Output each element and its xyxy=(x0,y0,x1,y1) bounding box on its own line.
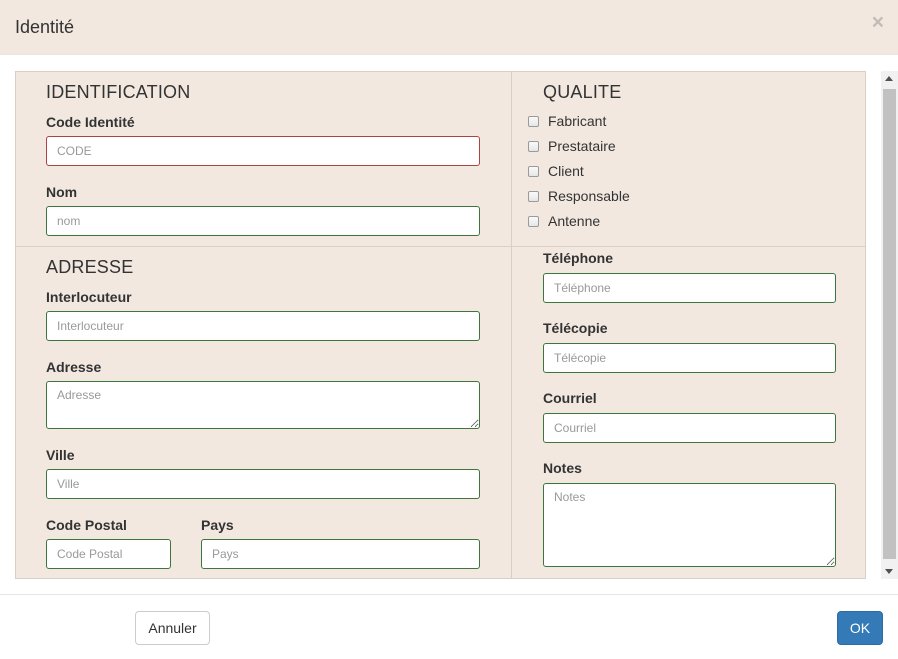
checkbox-label: Responsable xyxy=(548,188,630,204)
checkbox-box[interactable] xyxy=(528,190,539,202)
ville-label: Ville xyxy=(46,447,75,463)
notes-textarea[interactable] xyxy=(543,483,836,567)
code-postal-input[interactable] xyxy=(46,539,171,569)
checkbox-prestataire[interactable]: Prestataire xyxy=(528,137,616,155)
nom-label: Nom xyxy=(46,184,78,200)
checkbox-label: Client xyxy=(548,163,584,179)
telecopie-input[interactable] xyxy=(543,343,836,373)
checkbox-label: Prestataire xyxy=(548,138,616,154)
modal-header: Identité × xyxy=(0,0,898,55)
ville-input[interactable] xyxy=(46,469,480,499)
adresse-textarea[interactable] xyxy=(46,381,480,429)
pays-label: Pays xyxy=(201,517,234,533)
courriel-label: Courriel xyxy=(543,390,597,406)
scroll-down-icon[interactable] xyxy=(885,569,893,574)
telecopie-label: Télécopie xyxy=(543,320,608,336)
cancel-button[interactable]: Annuler xyxy=(135,611,210,645)
adresse-panel: ADRESSE Interlocuteur Adresse Ville Code… xyxy=(15,246,512,579)
pays-input[interactable] xyxy=(201,539,480,569)
interlocuteur-input[interactable] xyxy=(46,311,480,341)
close-icon[interactable]: × xyxy=(872,12,884,33)
identification-panel: IDENTIFICATION Code Identité Nom xyxy=(15,71,512,247)
courriel-input[interactable] xyxy=(543,413,836,443)
modal-footer: Annuler OK xyxy=(0,594,898,659)
ok-button[interactable]: OK xyxy=(837,611,883,645)
checkbox-box[interactable] xyxy=(528,115,539,127)
code-identite-label: Code Identité xyxy=(46,114,135,130)
checkbox-box[interactable] xyxy=(528,165,539,177)
telephone-label: Téléphone xyxy=(543,250,614,266)
scroll-thumb[interactable] xyxy=(883,89,896,559)
nom-input[interactable] xyxy=(46,206,480,236)
checkbox-box[interactable] xyxy=(528,140,539,152)
checkbox-fabricant[interactable]: Fabricant xyxy=(528,112,606,130)
checkbox-client[interactable]: Client xyxy=(528,162,584,180)
checkbox-label: Antenne xyxy=(548,213,601,229)
vertical-scrollbar[interactable] xyxy=(881,71,898,579)
checkbox-antenne[interactable]: Antenne xyxy=(528,212,600,230)
checkbox-responsable[interactable]: Responsable xyxy=(528,187,630,205)
notes-label: Notes xyxy=(543,460,582,476)
identification-heading: IDENTIFICATION xyxy=(46,82,191,102)
telephone-input[interactable] xyxy=(543,273,836,303)
adresse-label: Adresse xyxy=(46,359,102,375)
qualite-heading: QUALITE xyxy=(543,82,622,102)
interlocuteur-label: Interlocuteur xyxy=(46,289,132,305)
qualite-panel: QUALITE Fabricant Prestataire Client Res… xyxy=(511,71,866,247)
scroll-up-icon[interactable] xyxy=(885,76,893,81)
checkbox-box[interactable] xyxy=(528,215,539,227)
adresse-heading: ADRESSE xyxy=(46,257,134,277)
code-postal-label: Code Postal xyxy=(46,517,127,533)
modal-title: Identité xyxy=(15,17,75,37)
checkbox-label: Fabricant xyxy=(548,113,607,129)
contact-panel: Téléphone Télécopie Courriel Notes xyxy=(511,246,866,579)
code-identite-input[interactable] xyxy=(46,136,480,166)
